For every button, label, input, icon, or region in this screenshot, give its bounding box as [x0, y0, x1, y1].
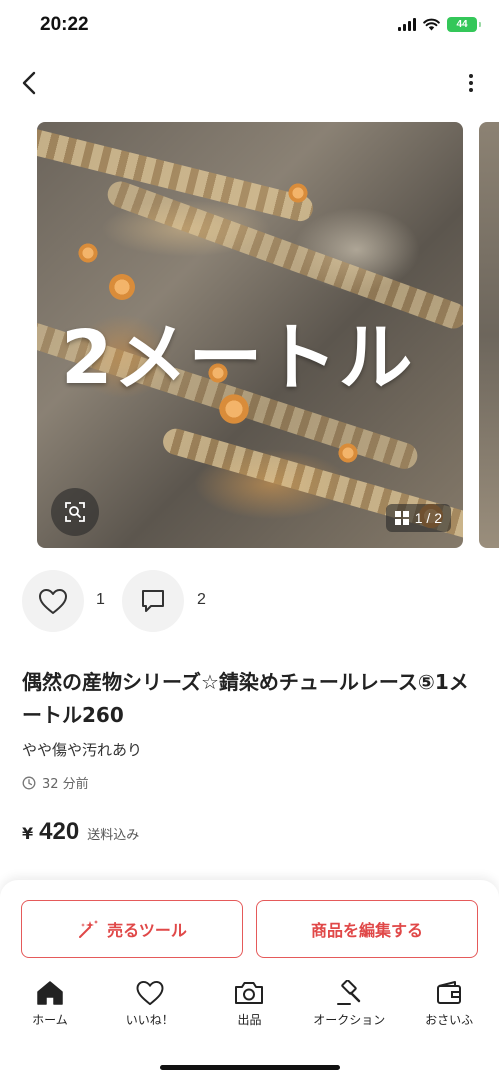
magic-wand-icon [79, 920, 99, 938]
tab-sell-label: 出品 [237, 1013, 262, 1027]
status-icons: 44 [398, 17, 481, 32]
tab-home[interactable]: ホーム [0, 978, 100, 1038]
sell-tool-label: 売るツール [107, 921, 187, 940]
heart-icon [39, 588, 67, 614]
home-indicator [160, 1065, 340, 1070]
comment-count: 2 [197, 591, 206, 608]
comment-button[interactable] [122, 570, 184, 632]
tab-auction[interactable]: オークション [299, 978, 399, 1038]
tab-home-label: ホーム [32, 1013, 68, 1027]
image-overlay-text: 2メートル [61, 315, 414, 401]
heart-icon [136, 980, 164, 1006]
posted-time: 32 分前 [22, 773, 89, 792]
chevron-left-icon [22, 71, 36, 95]
wifi-icon [423, 18, 440, 31]
like-button[interactable] [22, 570, 84, 632]
product-title: 偶然の産物シリーズ☆錆染めチュールレース⑤1メートル260 [22, 670, 469, 727]
tab-wallet[interactable]: おさいふ [399, 978, 499, 1038]
sell-tool-button[interactable]: 売るツール [21, 900, 243, 958]
like-count: 1 [96, 591, 105, 608]
camera-icon [235, 982, 264, 1004]
image-search-icon [65, 502, 85, 522]
grid-icon [394, 511, 409, 525]
back-button[interactable] [14, 66, 44, 100]
clock-icon [22, 776, 36, 789]
more-options-button[interactable] [463, 66, 479, 100]
wallet-icon [437, 981, 462, 1004]
next-image-preview[interactable] [479, 122, 499, 548]
comment-icon [142, 590, 164, 612]
product-condition: やや傷や汚れあり [22, 741, 143, 759]
gavel-icon [337, 980, 361, 1005]
tab-likes-label: いいね！ [125, 1013, 174, 1027]
battery-icon: 44 [447, 17, 481, 32]
tab-likes[interactable]: いいね！ [100, 978, 200, 1038]
tab-bar: ホーム いいね！ 出品 オークション おさいふ [0, 978, 499, 1038]
currency-symbol: ¥ [22, 824, 34, 843]
zoom-button[interactable] [51, 488, 99, 536]
image-counter: 1 / 2 [414, 510, 442, 526]
price: ¥ 420 送料込み [22, 818, 139, 846]
engagement-actions: 1 2 [22, 570, 322, 632]
edit-item-button[interactable]: 商品を編集する [256, 900, 478, 958]
bottom-panel: 売るツール 商品を編集する ホーム いいね！ 出品 オークション おさいふ [0, 880, 499, 1080]
status-bar: 20:22 44 [0, 0, 499, 52]
product-image[interactable]: 2メートル 1 / 2 [37, 122, 463, 548]
price-value: 420 [39, 818, 80, 845]
posted-time-text: 32 分前 [42, 777, 89, 792]
signal-icon [398, 18, 416, 31]
tab-sell[interactable]: 出品 [200, 978, 300, 1038]
status-time: 20:22 [40, 14, 89, 35]
tab-wallet-label: おさいふ [425, 1013, 474, 1027]
edit-item-label: 商品を編集する [310, 921, 423, 940]
tab-auction-label: オークション [313, 1013, 386, 1027]
shipping-note: 送料込み [87, 828, 140, 843]
home-icon [37, 981, 63, 1005]
image-page-indicator: 1 / 2 [385, 504, 451, 532]
nav-header [0, 60, 499, 106]
